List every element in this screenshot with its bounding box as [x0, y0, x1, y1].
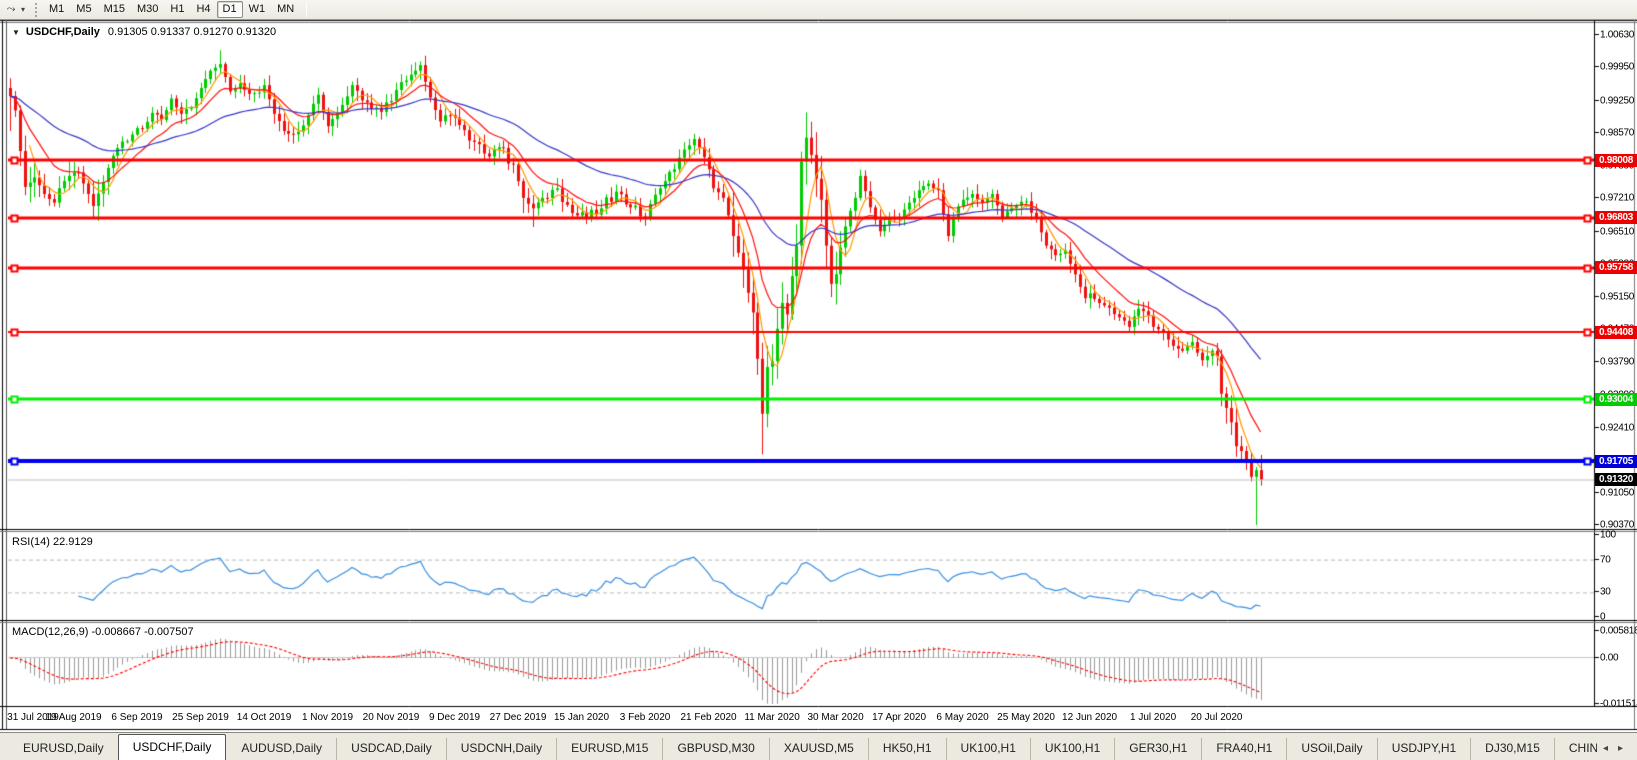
tab-scroll-left-icon[interactable]: ◂ [1603, 743, 1608, 754]
timeframe-button-group: M1 M5 M15 M30 H1 H4 D1 W1 MN [43, 1, 300, 18]
tab-scroll-right-icon[interactable]: ▸ [1618, 743, 1623, 754]
timeframe-button-w1[interactable]: W1 [243, 1, 272, 18]
crosshair-mode-icon[interactable]: ⤳ [3, 3, 19, 17]
toolbar-grip-handle[interactable] [35, 2, 38, 17]
chart-tabs: EURUSD,Daily USDCHF,Daily AUDUSD,Daily USDC… [0, 733, 1597, 760]
tab-usdcnh-daily[interactable]: USDCNH,Daily [445, 738, 556, 760]
tab-audusd-daily[interactable]: AUDUSD,Daily [226, 738, 336, 760]
tab-uk100-h1[interactable]: UK100,H1 [945, 738, 1030, 760]
toolbar-separator [306, 2, 308, 17]
tab-fra40-h1[interactable]: FRA40,H1 [1201, 738, 1286, 760]
tab-xauusd-m5[interactable]: XAUUSD,M5 [768, 738, 868, 760]
timeframe-button-d1[interactable]: D1 [216, 1, 243, 18]
chart-canvas[interactable] [0, 0, 1637, 732]
tab-eurusd-m15[interactable]: EURUSD,M15 [556, 738, 662, 760]
timeframe-button-m30[interactable]: M30 [131, 1, 164, 18]
timeframe-button-m5[interactable]: M5 [70, 1, 97, 18]
chevron-down-icon[interactable]: ▾ [21, 5, 25, 14]
tab-hk50-h1[interactable]: HK50,H1 [867, 738, 946, 760]
tab-uk100-h1[interactable]: UK100,H1 [1029, 738, 1114, 760]
timeframe-button-m1[interactable]: M1 [43, 1, 70, 18]
tab-usoil-daily[interactable]: USOil,Daily [1286, 738, 1376, 760]
tab-usdcad-daily[interactable]: USDCAD,Daily [336, 738, 446, 760]
timeframe-button-h4[interactable]: H4 [190, 1, 216, 18]
mt4-terminal-window: ⤳ ▾ M1 M5 M15 M30 H1 H4 D1 W1 MN ▼ USDCHF,Daily 0.… [0, 0, 1637, 760]
tab-usdchf-daily[interactable]: USDCHF,Daily [117, 734, 227, 760]
tab-usdjpy-h1[interactable]: USDJPY,H1 [1376, 738, 1470, 760]
timeframe-button-mn[interactable]: MN [271, 1, 300, 18]
tab-gbpusd-m30[interactable]: GBPUSD,M30 [662, 738, 768, 760]
timeframe-button-h1[interactable]: H1 [164, 1, 190, 18]
tab-eurusd-daily[interactable]: EURUSD,Daily [8, 738, 118, 760]
tab-dj30-m15[interactable]: DJ30,M15 [1470, 738, 1554, 760]
chart-tab-bar: EURUSD,Daily USDCHF,Daily AUDUSD,Daily USDC… [0, 732, 1637, 760]
tab-scroll-controls: ◂ ▸ [1597, 743, 1637, 760]
tab-ger30-h1[interactable]: GER30,H1 [1114, 738, 1201, 760]
timeframe-toolbar: ⤳ ▾ M1 M5 M15 M30 H1 H4 D1 W1 MN [0, 0, 1637, 20]
timeframe-button-m15[interactable]: M15 [98, 1, 131, 18]
tab-china300-h4[interactable]: CHINA300,H4 [1553, 738, 1597, 760]
